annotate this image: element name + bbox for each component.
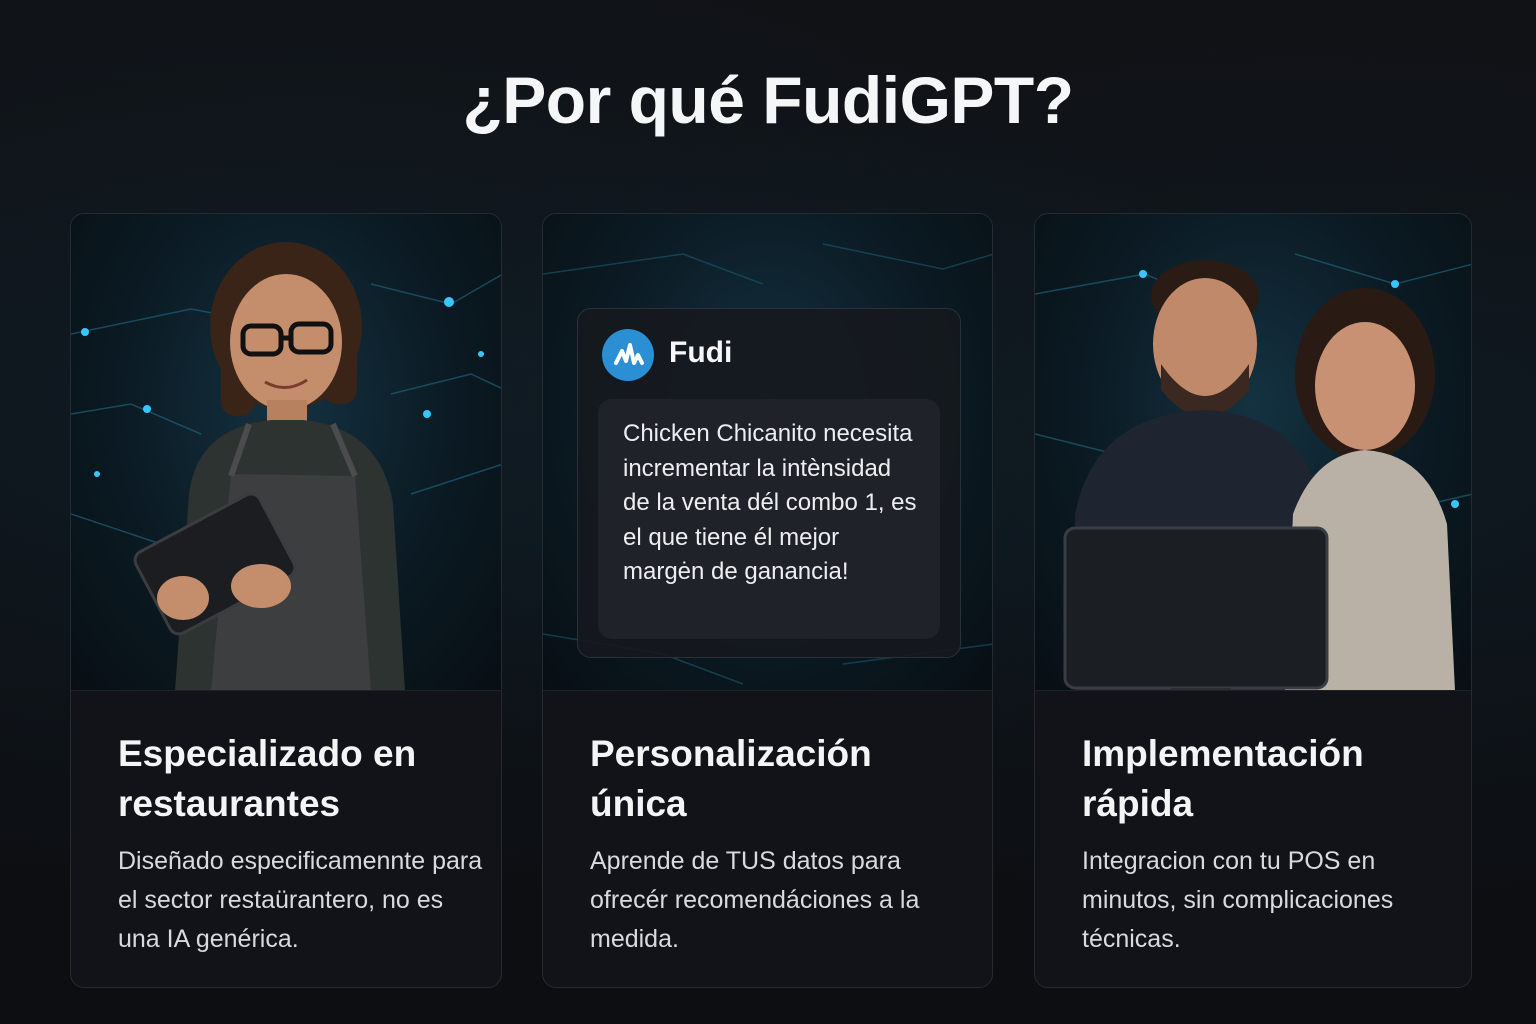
page-title: ¿Por qué FudiGPT? <box>462 63 1074 137</box>
card-title: Implementación rápida <box>1082 733 1364 824</box>
fudi-logo-icon <box>602 329 654 381</box>
woman-with-tablet-image <box>71 214 501 691</box>
chat-message: Chicken Chicanito necesita incrementar l… <box>598 399 940 639</box>
chat-panel: Fudi Chicken Chicanito necesita incremen… <box>577 308 961 658</box>
card-description: Diseñado especificamennte para el sector… <box>118 847 483 953</box>
card-title: Especializado en restaurantes <box>118 733 417 824</box>
chat-sender-name: Fudi <box>669 336 733 369</box>
feature-card-specialized: Especializado en restaurantes Diseñado e… <box>70 213 502 988</box>
card-description: Aprende de TUS datos para ofrecér recome… <box>590 847 920 953</box>
team-at-computer-image <box>1035 214 1471 691</box>
feature-card-personalization: Fudi Chicken Chicanito necesita incremen… <box>542 213 993 988</box>
page: ¿Por qué FudiGPT? Especializado en resta… <box>0 0 1536 1024</box>
feature-card-implementation: Implementación rápida Integracion con tu… <box>1034 213 1472 988</box>
chat-preview-area: Fudi Chicken Chicanito necesita incremen… <box>543 214 992 691</box>
card-title: Personalización única <box>590 733 872 824</box>
card-description: Integracion con tu POS en minutos, sin c… <box>1082 847 1394 953</box>
